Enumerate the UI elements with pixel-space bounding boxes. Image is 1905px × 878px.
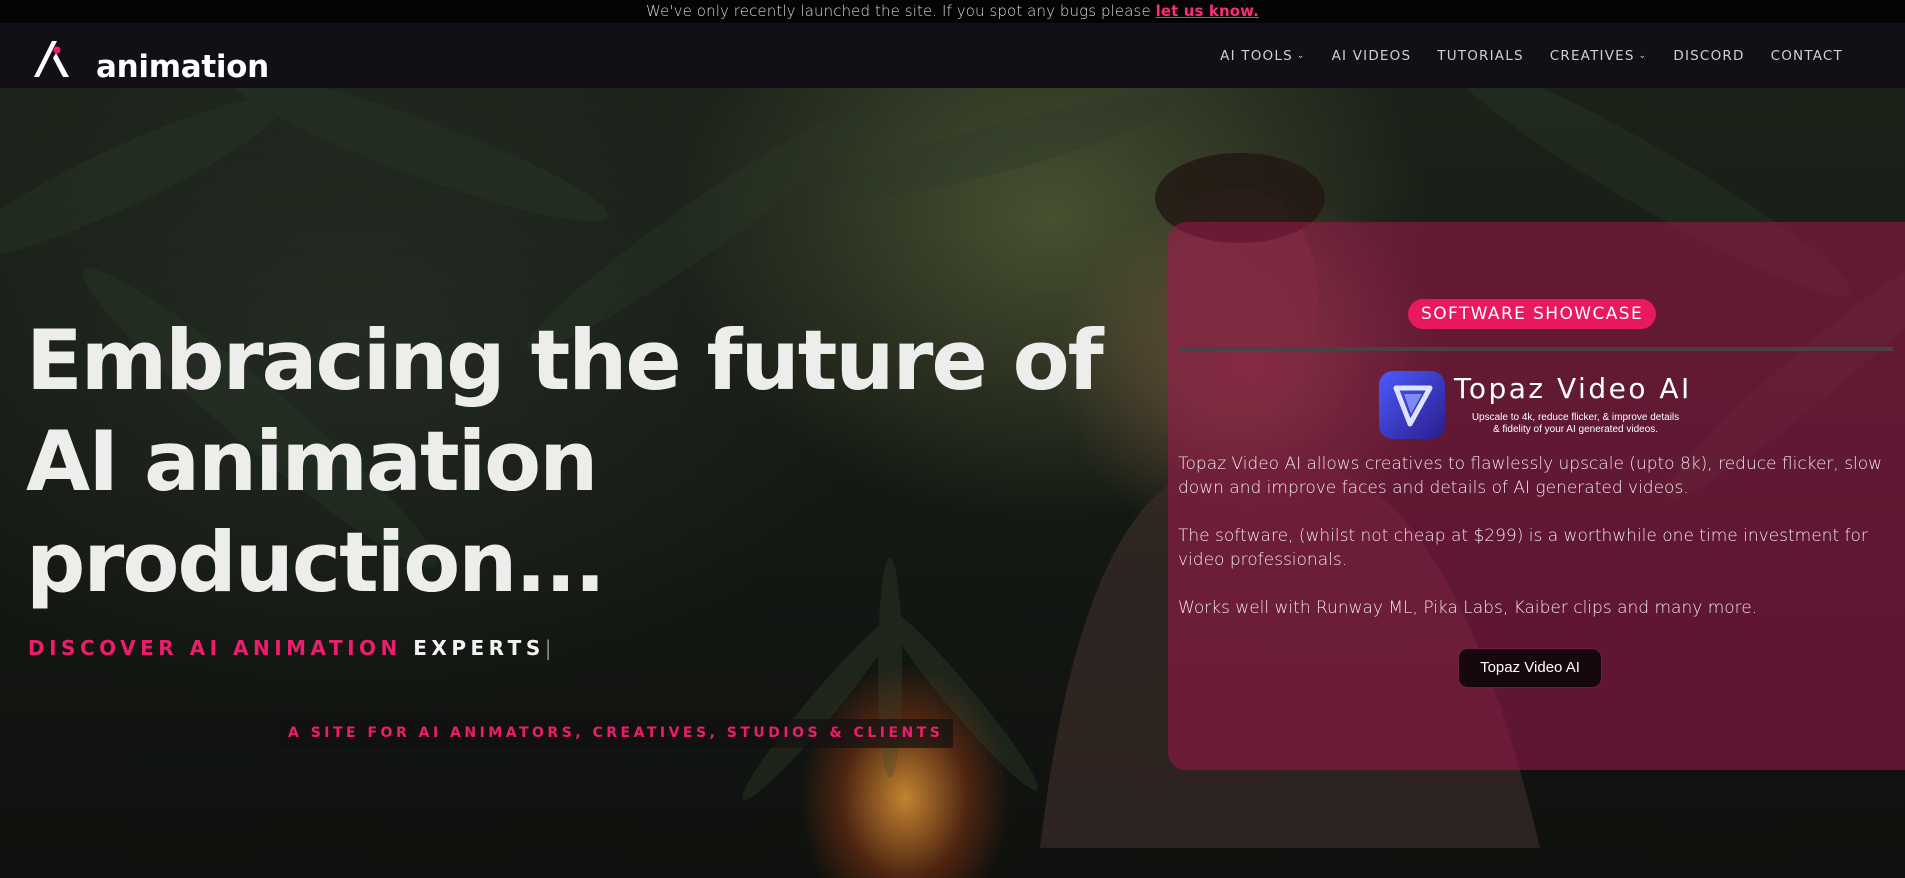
- logo-mark-icon: [34, 41, 69, 77]
- nav-tutorials[interactable]: TUTORIALS: [1437, 48, 1524, 64]
- product-subtitle-line: Upscale to 4k, reduce flicker, & improve…: [1471, 412, 1680, 423]
- main-nav: AI TOOLS ⌄ AI VIDEOS TUTORIALS CREATIVES…: [1194, 23, 1843, 88]
- software-showcase-panel: SOFTWARE SHOWCASE Topaz Video AI Upscale…: [1168, 222, 1905, 770]
- nav-ai-tools[interactable]: AI TOOLS ⌄: [1220, 48, 1305, 64]
- announcement-bar: We've only recently launched the site. I…: [0, 0, 1905, 23]
- site-logo[interactable]: animation: [30, 33, 269, 85]
- nav-contact[interactable]: CONTACT: [1771, 48, 1843, 64]
- nav-label: CONTACT: [1770, 47, 1843, 64]
- headline-line: production...: [26, 514, 606, 611]
- product-name: Topaz Video AI: [1454, 372, 1692, 405]
- site-header: animation AI TOOLS ⌄ AI VIDEOS TUTORIALS…: [0, 23, 1905, 88]
- discover-rotating-word: EXPERTS: [413, 636, 545, 660]
- nav-label: AI TOOLS: [1220, 47, 1293, 64]
- description-paragraph: The software, (whilst not cheap at $299)…: [1178, 526, 1868, 570]
- description-paragraph: Topaz Video AI allows creatives to flawl…: [1178, 454, 1883, 498]
- description-paragraph: Works well with Runway ML, Pika Labs, Ka…: [1178, 598, 1758, 618]
- nav-discord[interactable]: DISCORD: [1673, 48, 1744, 64]
- discover-prefix: DISCOVER AI ANIMATION: [28, 636, 402, 660]
- showcase-divider: [1178, 347, 1893, 351]
- nav-label: CREATIVES: [1549, 47, 1635, 64]
- showcase-description: Topaz Video AI allows creatives to flawl…: [1178, 452, 1898, 644]
- product-subtitle-line: & fidelity of your AI generated videos.: [1492, 424, 1659, 435]
- headline-line: AI animation: [26, 413, 598, 510]
- nav-ai-videos[interactable]: AI VIDEOS: [1332, 48, 1412, 64]
- nav-label: DISCORD: [1673, 47, 1745, 64]
- topaz-play-icon: [1379, 371, 1445, 439]
- showcase-badge: SOFTWARE SHOWCASE: [1408, 299, 1657, 329]
- typing-cursor-icon: |: [544, 636, 556, 660]
- nav-creatives[interactable]: CREATIVES ⌄: [1550, 48, 1648, 64]
- topaz-video-ai-button[interactable]: Topaz Video AI: [1458, 648, 1602, 688]
- logo-text: animation: [96, 49, 269, 85]
- product-logo-block: Topaz Video AI Upscale to 4k, reduce fli…: [1378, 370, 1708, 442]
- hero-tagline: A SITE FOR AI ANIMATORS, CREATIVES, STUD…: [278, 719, 954, 748]
- nav-label: TUTORIALS: [1437, 47, 1524, 64]
- nav-label: AI VIDEOS: [1331, 47, 1412, 64]
- product-subtitle: Upscale to 4k, reduce flicker, & improve…: [1458, 412, 1693, 436]
- headline-line: Embracing the future of: [26, 312, 1104, 409]
- chevron-down-icon: ⌄: [1638, 50, 1648, 61]
- hero-section: Embracing the future of AI animation pro…: [0, 88, 1905, 878]
- report-bugs-link[interactable]: let us know.: [1156, 2, 1259, 20]
- chevron-down-icon: ⌄: [1296, 50, 1306, 61]
- hero-headline: Embracing the future of AI animation pro…: [26, 310, 1126, 613]
- announcement-text: We've only recently launched the site. I…: [646, 2, 1156, 20]
- discover-typed-text: DISCOVER AI ANIMATION EXPERTS|: [28, 636, 556, 660]
